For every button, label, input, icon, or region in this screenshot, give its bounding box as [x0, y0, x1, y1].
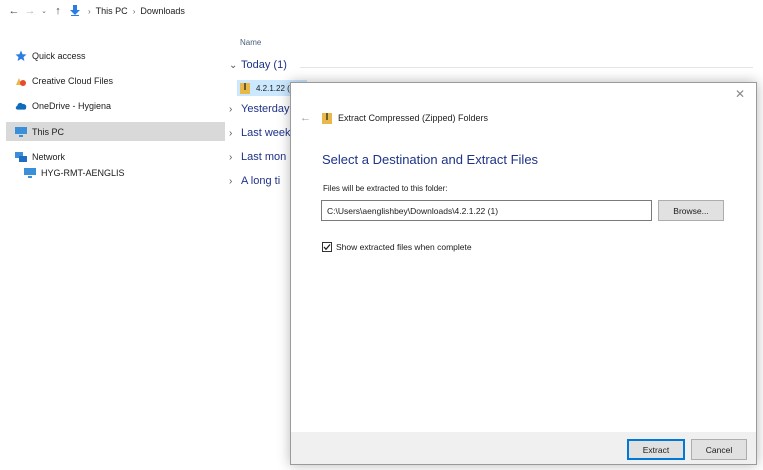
- chevron-right-icon: ›: [229, 175, 233, 187]
- group-label: Yesterday: [241, 103, 290, 115]
- dialog-title: Extract Compressed (Zipped) Folders: [338, 113, 489, 123]
- up-arrow-icon[interactable]: ↑: [50, 3, 66, 19]
- group-divider: [300, 67, 753, 68]
- breadcrumb-this-pc[interactable]: This PC: [96, 6, 128, 16]
- recent-locations-chevron-icon[interactable]: ⌄: [38, 3, 50, 19]
- star-icon: [15, 50, 27, 62]
- sidebar-item-creative-cloud-files[interactable]: Creative Cloud Files: [6, 71, 225, 90]
- extract-button[interactable]: Extract: [627, 439, 685, 460]
- chevron-right-icon: ›: [229, 103, 233, 115]
- column-header-name[interactable]: Name: [240, 38, 261, 47]
- computer-icon: [24, 167, 36, 179]
- group-label: A long ti: [241, 175, 281, 187]
- creative-cloud-icon: [15, 75, 27, 87]
- sidebar-item-label: This PC: [32, 126, 65, 137]
- group-header-last-month[interactable]: › Last mon: [229, 149, 286, 165]
- sidebar-item-quick-access[interactable]: Quick access: [6, 46, 225, 65]
- close-icon[interactable]: ✕: [735, 88, 745, 100]
- dialog-heading: Select a Destination and Extract Files: [322, 152, 539, 167]
- checkmark-icon: [323, 244, 331, 251]
- cancel-button[interactable]: Cancel: [691, 439, 747, 460]
- sidebar-item-label: Network: [32, 151, 66, 162]
- show-files-checkbox-row[interactable]: Show extracted files when complete: [322, 242, 472, 252]
- extract-dialog: ✕ ← Extract Compressed (Zipped) Folders …: [290, 82, 757, 465]
- zip-folder-icon: [239, 82, 251, 94]
- dialog-footer: [291, 432, 756, 464]
- back-arrow-icon[interactable]: ←: [6, 3, 22, 19]
- sidebar-item-hyg-rmt-aenglis[interactable]: HYG-RMT-AENGLIS: [6, 163, 225, 182]
- show-files-checkbox[interactable]: [322, 242, 332, 252]
- sidebar-item-label: Quick access: [32, 50, 86, 61]
- group-label: Today (1): [241, 59, 287, 71]
- breadcrumb-downloads[interactable]: Downloads: [140, 6, 185, 16]
- sidebar-item-label: HYG-RMT-AENGLIS: [41, 167, 125, 178]
- breadcrumb-separator: ›: [88, 6, 91, 16]
- file-name: 4.2.1.22 (: [256, 83, 290, 93]
- group-header-a-long-time-ago[interactable]: › A long ti: [229, 173, 280, 189]
- dialog-header: ← Extract Compressed (Zipped) Folders: [291, 107, 756, 129]
- group-header-last-week[interactable]: › Last week: [229, 125, 291, 141]
- breadcrumb-separator: ›: [132, 6, 136, 16]
- group-label: Last week: [241, 127, 291, 139]
- chevron-right-icon: ›: [229, 151, 233, 163]
- back-arrow-icon[interactable]: ←: [300, 112, 311, 124]
- cloud-icon: [15, 100, 27, 112]
- network-icon: [15, 151, 27, 163]
- sidebar-item-onedrive[interactable]: OneDrive - Hygiena: [6, 96, 225, 115]
- sidebar-item-this-pc[interactable]: This PC: [6, 122, 225, 141]
- computer-icon: [15, 126, 27, 138]
- zip-folder-icon: [321, 112, 333, 124]
- chevron-right-icon: ›: [229, 127, 233, 139]
- destination-label: Files will be extracted to this folder:: [323, 184, 448, 193]
- forward-arrow-icon[interactable]: →: [22, 3, 38, 19]
- show-files-checkbox-label: Show extracted files when complete: [336, 242, 472, 252]
- address-bar: ← → ⌄ ↑ › This PC › Downloads: [0, 0, 763, 22]
- group-label: Last mon: [241, 151, 287, 163]
- sidebar-item-label: OneDrive - Hygiena: [32, 100, 112, 111]
- downloads-arrow-icon: [70, 4, 80, 18]
- sidebar-item-label: Creative Cloud Files: [32, 75, 114, 86]
- chevron-down-icon: ⌄: [229, 59, 238, 71]
- browse-button[interactable]: Browse...: [658, 200, 724, 221]
- destination-path-input[interactable]: [321, 200, 652, 221]
- group-header-today[interactable]: ⌄ Today (1): [229, 57, 287, 73]
- group-header-yesterday[interactable]: › Yesterday: [229, 101, 290, 117]
